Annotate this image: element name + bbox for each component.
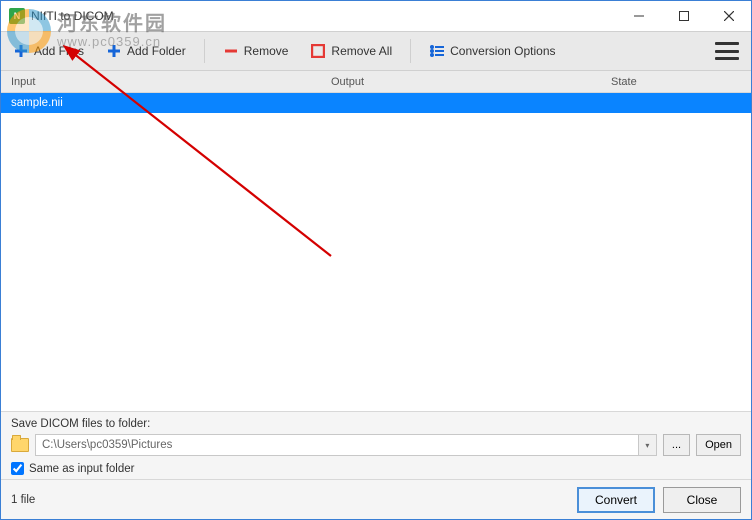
plus-icon (106, 43, 122, 59)
table-header: Input Output State (1, 71, 751, 93)
add-files-button[interactable]: Add Files (9, 39, 88, 63)
maximize-button[interactable] (661, 1, 706, 31)
same-as-input-label: Same as input folder (29, 463, 134, 475)
add-files-label: Add Files (34, 44, 84, 58)
row-input-cell: sample.nii (11, 97, 63, 109)
menu-button[interactable] (715, 42, 739, 60)
close-button[interactable]: Close (663, 487, 741, 513)
remove-all-label: Remove All (331, 44, 392, 58)
save-panel: Save DICOM files to folder: ▾ ... Open S… (1, 411, 751, 479)
window-controls (616, 1, 751, 31)
browse-button[interactable]: ... (663, 434, 690, 456)
conversion-options-button[interactable]: Conversion Options (425, 39, 559, 63)
toolbar: Add Files Add Folder Remove Remove All (1, 31, 751, 71)
minimize-icon (634, 11, 644, 21)
close-icon (724, 11, 734, 21)
minimize-button[interactable] (616, 1, 661, 31)
add-folder-label: Add Folder (127, 44, 186, 58)
open-folder-button[interactable]: Open (696, 434, 741, 456)
add-folder-button[interactable]: Add Folder (102, 39, 190, 63)
remove-label: Remove (244, 44, 289, 58)
remove-all-icon (310, 43, 326, 59)
close-window-button[interactable] (706, 1, 751, 31)
toolbar-separator (204, 39, 205, 63)
options-icon (429, 43, 445, 59)
column-output[interactable]: Output (321, 76, 601, 88)
same-as-input-row[interactable]: Same as input folder (11, 462, 741, 475)
toolbar-separator (410, 39, 411, 63)
minus-icon (223, 43, 239, 59)
folder-icon (11, 438, 29, 452)
titlebar: N NIfTI to DICOM (1, 1, 751, 31)
same-as-input-checkbox[interactable] (11, 462, 24, 475)
save-label: Save DICOM files to folder: (11, 418, 741, 430)
conversion-options-label: Conversion Options (450, 44, 555, 58)
remove-button[interactable]: Remove (219, 39, 293, 63)
table-row[interactable]: sample.nii (1, 93, 751, 113)
column-state[interactable]: State (601, 76, 751, 88)
status-text: 1 file (11, 494, 569, 506)
column-input[interactable]: Input (1, 76, 321, 88)
maximize-icon (679, 11, 689, 21)
remove-all-button[interactable]: Remove All (306, 39, 396, 63)
save-path-input[interactable] (35, 434, 639, 456)
hamburger-icon (715, 42, 739, 45)
footer: 1 file Convert Close (1, 479, 751, 519)
window-title: NIfTI to DICOM (31, 9, 616, 23)
file-list[interactable]: sample.nii (1, 93, 751, 411)
path-dropdown[interactable]: ▾ (639, 434, 657, 456)
app-icon: N (9, 8, 25, 24)
convert-button[interactable]: Convert (577, 487, 655, 513)
plus-icon (13, 43, 29, 59)
